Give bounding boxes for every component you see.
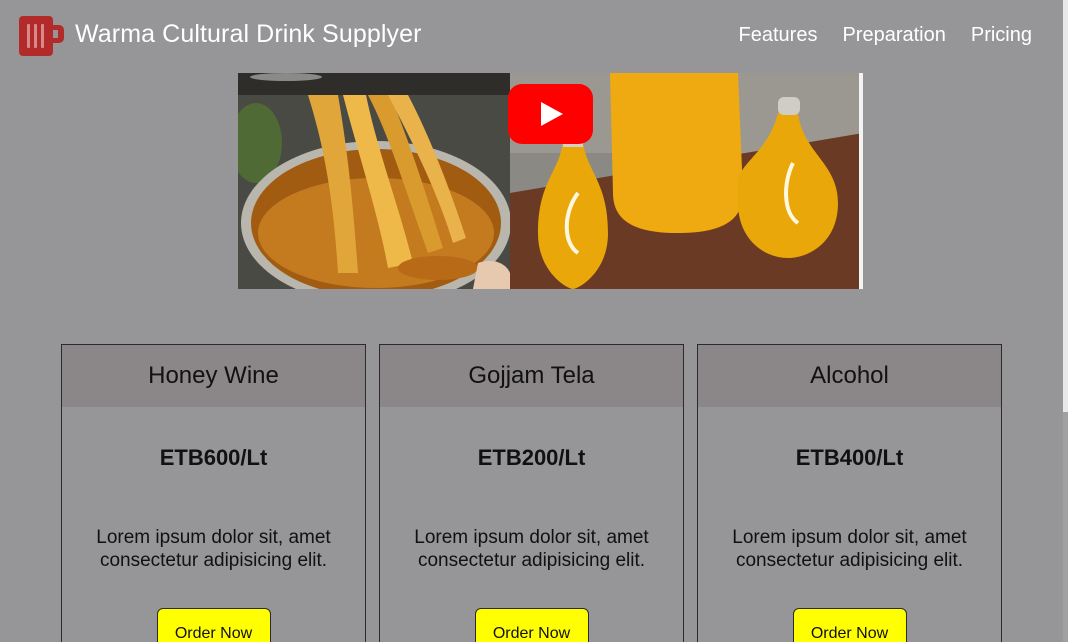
order-now-button[interactable]: Order Now bbox=[792, 608, 907, 642]
pricing-card-gojjam-tela: Gojjam Tela ETB200/Lt Lorem ipsum dolor … bbox=[379, 344, 684, 642]
card-price: ETB200/Lt bbox=[477, 445, 586, 470]
pricing-card-honey-wine: Honey Wine ETB600/Lt Lorem ipsum dolor s… bbox=[61, 344, 366, 642]
video-embed[interactable] bbox=[238, 73, 863, 289]
site-header: Warma Cultural Drink Supplyer Features P… bbox=[0, 0, 1063, 72]
order-now-button[interactable]: Order Now bbox=[156, 608, 271, 642]
card-title: Honey Wine bbox=[62, 345, 365, 407]
card-price: ETB600/Lt bbox=[159, 445, 268, 470]
card-description: Lorem ipsum dolor sit, amet consectetur … bbox=[732, 527, 967, 571]
order-now-button[interactable]: Order Now bbox=[474, 608, 589, 642]
nav-preparation[interactable]: Preparation bbox=[842, 24, 945, 47]
main-nav: Features Preparation Pricing bbox=[739, 24, 1032, 47]
page: Warma Cultural Drink Supplyer Features P… bbox=[0, 0, 1068, 642]
card-title: Gojjam Tela bbox=[380, 345, 683, 407]
card-description: Lorem ipsum dolor sit, amet consectetur … bbox=[96, 527, 331, 571]
nav-pricing[interactable]: Pricing bbox=[971, 24, 1032, 47]
card-description: Lorem ipsum dolor sit, amet consectetur … bbox=[414, 527, 649, 571]
page-scrollbar[interactable] bbox=[1063, 0, 1068, 642]
youtube-play-icon[interactable] bbox=[508, 84, 593, 144]
brand-title[interactable]: Warma Cultural Drink Supplyer bbox=[75, 20, 422, 49]
mug-icon[interactable] bbox=[18, 14, 66, 58]
nav-features[interactable]: Features bbox=[739, 24, 818, 47]
scrollbar-thumb[interactable] bbox=[1063, 412, 1068, 642]
card-title: Alcohol bbox=[698, 345, 1001, 407]
pricing-card-alcohol: Alcohol ETB400/Lt Lorem ipsum dolor sit,… bbox=[697, 344, 1002, 642]
card-price: ETB400/Lt bbox=[795, 445, 904, 470]
